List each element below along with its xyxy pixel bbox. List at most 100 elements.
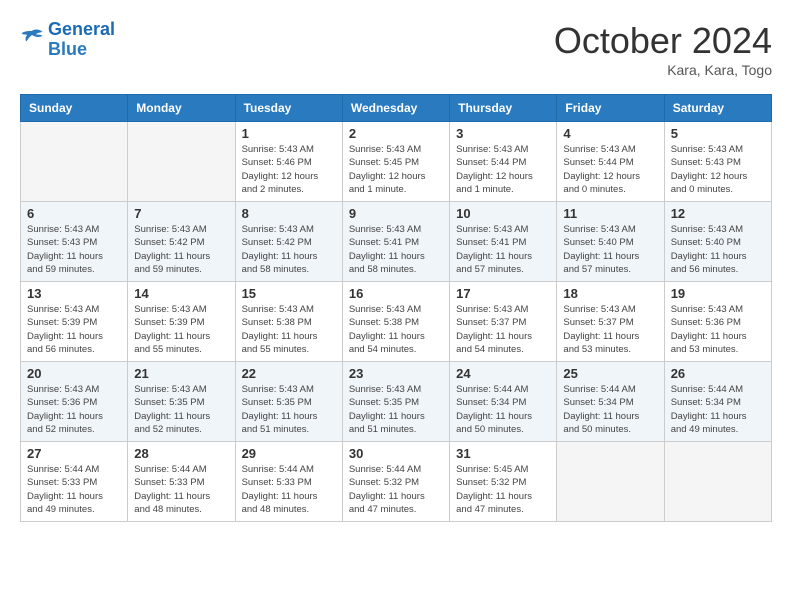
- day-number: 31: [456, 446, 550, 461]
- calendar-week-row: 6Sunrise: 5:43 AMSunset: 5:43 PMDaylight…: [21, 202, 772, 282]
- day-info: Sunrise: 5:44 AMSunset: 5:33 PMDaylight:…: [27, 463, 121, 516]
- day-number: 18: [563, 286, 657, 301]
- calendar-cell: [21, 122, 128, 202]
- calendar-cell: 2 Sunrise: 5:43 AMSunset: 5:45 PMDaylight…: [342, 122, 449, 202]
- day-number: 1: [242, 126, 336, 141]
- day-info: Sunrise: 5:44 AMSunset: 5:32 PMDaylight:…: [349, 463, 443, 516]
- day-info: Sunrise: 5:44 AMSunset: 5:33 PMDaylight:…: [242, 463, 336, 516]
- day-number: 4: [563, 126, 657, 141]
- calendar-cell: [557, 442, 664, 522]
- calendar-cell: 19 Sunrise: 5:43 AMSunset: 5:36 PMDayligh…: [664, 282, 771, 362]
- calendar-cell: 22 Sunrise: 5:43 AMSunset: 5:35 PMDayligh…: [235, 362, 342, 442]
- calendar-cell: 23 Sunrise: 5:43 AMSunset: 5:35 PMDayligh…: [342, 362, 449, 442]
- day-number: 16: [349, 286, 443, 301]
- day-info: Sunrise: 5:43 AMSunset: 5:35 PMDaylight:…: [349, 383, 443, 436]
- calendar-cell: 16 Sunrise: 5:43 AMSunset: 5:38 PMDayligh…: [342, 282, 449, 362]
- calendar-cell: 14 Sunrise: 5:43 AMSunset: 5:39 PMDayligh…: [128, 282, 235, 362]
- day-info: Sunrise: 5:45 AMSunset: 5:32 PMDaylight:…: [456, 463, 550, 516]
- calendar-cell: 6Sunrise: 5:43 AMSunset: 5:43 PMDaylight…: [21, 202, 128, 282]
- calendar-cell: 17Sunrise: 5:43 AMSunset: 5:37 PMDayligh…: [450, 282, 557, 362]
- day-number: 14: [134, 286, 228, 301]
- calendar-week-row: 1Sunrise: 5:43 AMSunset: 5:46 PMDaylight…: [21, 122, 772, 202]
- day-number: 8: [242, 206, 336, 221]
- day-number: 17: [456, 286, 550, 301]
- logo-text: General Blue: [48, 20, 115, 60]
- calendar-cell: 30Sunrise: 5:44 AMSunset: 5:32 PMDayligh…: [342, 442, 449, 522]
- day-info: Sunrise: 5:43 AMSunset: 5:36 PMDaylight:…: [27, 383, 121, 436]
- day-number: 7: [134, 206, 228, 221]
- day-info: Sunrise: 5:43 AMSunset: 5:40 PMDaylight:…: [671, 223, 765, 276]
- calendar-cell: 10 Sunrise: 5:43 AMSunset: 5:41 PMDayligh…: [450, 202, 557, 282]
- day-number: 6: [27, 206, 121, 221]
- day-number: 3: [456, 126, 550, 141]
- title-area: October 2024 Kara, Kara, Togo: [554, 20, 772, 78]
- calendar-cell: 12Sunrise: 5:43 AMSunset: 5:40 PMDayligh…: [664, 202, 771, 282]
- page-header: General Blue October 2024 Kara, Kara, To…: [20, 20, 772, 78]
- calendar-cell: 18 Sunrise: 5:43 AMSunset: 5:37 PMDayligh…: [557, 282, 664, 362]
- day-info: Sunrise: 5:43 AMSunset: 5:41 PMDaylight:…: [456, 223, 550, 276]
- calendar-header-friday: Friday: [557, 95, 664, 122]
- calendar-cell: 27 Sunrise: 5:44 AMSunset: 5:33 PMDayligh…: [21, 442, 128, 522]
- calendar-cell: 5 Sunrise: 5:43 AMSunset: 5:43 PMDaylight…: [664, 122, 771, 202]
- day-info: Sunrise: 5:43 AMSunset: 5:45 PMDaylight:…: [349, 143, 443, 196]
- day-info: Sunrise: 5:43 AMSunset: 5:43 PMDaylight:…: [671, 143, 765, 196]
- calendar-week-row: 27 Sunrise: 5:44 AMSunset: 5:33 PMDayligh…: [21, 442, 772, 522]
- calendar-cell: [128, 122, 235, 202]
- day-number: 2: [349, 126, 443, 141]
- day-info: Sunrise: 5:43 AMSunset: 5:36 PMDaylight:…: [671, 303, 765, 356]
- calendar-cell: 20Sunrise: 5:43 AMSunset: 5:36 PMDayligh…: [21, 362, 128, 442]
- day-number: 23: [349, 366, 443, 381]
- day-info: Sunrise: 5:43 AMSunset: 5:39 PMDaylight:…: [134, 303, 228, 356]
- day-number: 24: [456, 366, 550, 381]
- calendar-cell: 25Sunrise: 5:44 AMSunset: 5:34 PMDayligh…: [557, 362, 664, 442]
- day-number: 29: [242, 446, 336, 461]
- calendar-week-row: 20Sunrise: 5:43 AMSunset: 5:36 PMDayligh…: [21, 362, 772, 442]
- day-number: 19: [671, 286, 765, 301]
- month-title: October 2024: [554, 20, 772, 62]
- day-info: Sunrise: 5:43 AMSunset: 5:35 PMDaylight:…: [242, 383, 336, 436]
- day-info: Sunrise: 5:43 AMSunset: 5:42 PMDaylight:…: [242, 223, 336, 276]
- calendar-header-wednesday: Wednesday: [342, 95, 449, 122]
- day-info: Sunrise: 5:43 AMSunset: 5:44 PMDaylight:…: [563, 143, 657, 196]
- calendar-header-sunday: Sunday: [21, 95, 128, 122]
- day-info: Sunrise: 5:43 AMSunset: 5:37 PMDaylight:…: [563, 303, 657, 356]
- day-info: Sunrise: 5:43 AMSunset: 5:39 PMDaylight:…: [27, 303, 121, 356]
- day-info: Sunrise: 5:43 AMSunset: 5:38 PMDaylight:…: [242, 303, 336, 356]
- calendar-cell: [664, 442, 771, 522]
- day-info: Sunrise: 5:43 AMSunset: 5:40 PMDaylight:…: [563, 223, 657, 276]
- calendar-cell: 26Sunrise: 5:44 AMSunset: 5:34 PMDayligh…: [664, 362, 771, 442]
- day-info: Sunrise: 5:44 AMSunset: 5:34 PMDaylight:…: [456, 383, 550, 436]
- calendar-cell: 31 Sunrise: 5:45 AMSunset: 5:32 PMDayligh…: [450, 442, 557, 522]
- calendar-cell: 24 Sunrise: 5:44 AMSunset: 5:34 PMDayligh…: [450, 362, 557, 442]
- day-number: 22: [242, 366, 336, 381]
- day-number: 9: [349, 206, 443, 221]
- day-number: 26: [671, 366, 765, 381]
- day-number: 28: [134, 446, 228, 461]
- calendar-cell: 21 Sunrise: 5:43 AMSunset: 5:35 PMDayligh…: [128, 362, 235, 442]
- day-number: 21: [134, 366, 228, 381]
- day-info: Sunrise: 5:43 AMSunset: 5:41 PMDaylight:…: [349, 223, 443, 276]
- calendar-cell: 4 Sunrise: 5:43 AMSunset: 5:44 PMDaylight…: [557, 122, 664, 202]
- day-info: Sunrise: 5:43 AMSunset: 5:38 PMDaylight:…: [349, 303, 443, 356]
- day-info: Sunrise: 5:44 AMSunset: 5:34 PMDaylight:…: [563, 383, 657, 436]
- day-number: 13: [27, 286, 121, 301]
- calendar-cell: 28 Sunrise: 5:44 AMSunset: 5:33 PMDayligh…: [128, 442, 235, 522]
- calendar-header-saturday: Saturday: [664, 95, 771, 122]
- calendar-header-row: SundayMondayTuesdayWednesdayThursdayFrid…: [21, 95, 772, 122]
- calendar-cell: 13 Sunrise: 5:43 AMSunset: 5:39 PMDayligh…: [21, 282, 128, 362]
- calendar-cell: 29 Sunrise: 5:44 AMSunset: 5:33 PMDayligh…: [235, 442, 342, 522]
- day-info: Sunrise: 5:44 AMSunset: 5:33 PMDaylight:…: [134, 463, 228, 516]
- day-number: 10: [456, 206, 550, 221]
- calendar-table: SundayMondayTuesdayWednesdayThursdayFrid…: [20, 94, 772, 522]
- calendar-cell: 1Sunrise: 5:43 AMSunset: 5:46 PMDaylight…: [235, 122, 342, 202]
- day-info: Sunrise: 5:43 AMSunset: 5:35 PMDaylight:…: [134, 383, 228, 436]
- calendar-week-row: 13 Sunrise: 5:43 AMSunset: 5:39 PMDayligh…: [21, 282, 772, 362]
- day-number: 27: [27, 446, 121, 461]
- location: Kara, Kara, Togo: [554, 62, 772, 78]
- calendar-header-tuesday: Tuesday: [235, 95, 342, 122]
- day-info: Sunrise: 5:43 AMSunset: 5:44 PMDaylight:…: [456, 143, 550, 196]
- calendar-cell: 7Sunrise: 5:43 AMSunset: 5:42 PMDaylight…: [128, 202, 235, 282]
- calendar-cell: 8 Sunrise: 5:43 AMSunset: 5:42 PMDaylight…: [235, 202, 342, 282]
- logo-bird-icon: [20, 27, 44, 47]
- day-number: 5: [671, 126, 765, 141]
